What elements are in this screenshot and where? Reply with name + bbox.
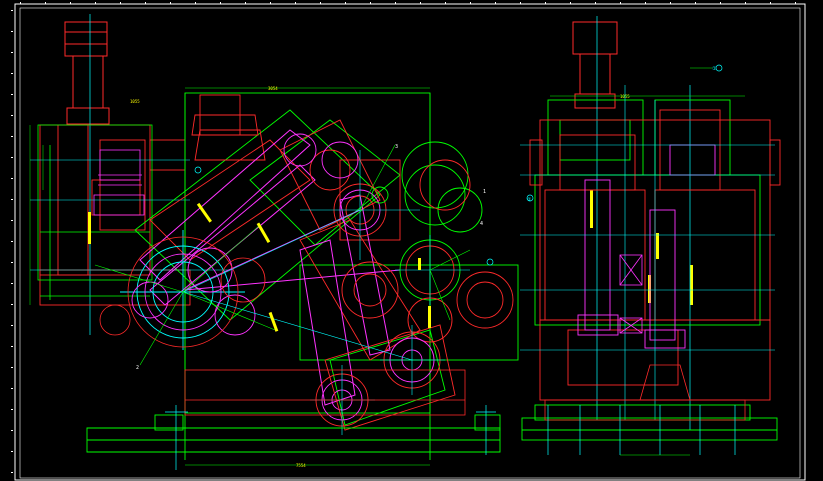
front-housing-outline: [534, 99, 761, 326]
front-foundation: [521, 404, 778, 441]
side-view-base-frame: [184, 369, 466, 416]
left-gearbox-outline: [37, 124, 153, 300]
dim-label-bottom: 7554: [296, 463, 306, 468]
dim-label-top: 3054: [268, 86, 278, 91]
front-base-frame: [544, 364, 746, 421]
balloon-number-3: 3: [395, 144, 398, 150]
part-tag-2: ②: [527, 197, 532, 203]
part-tag-1: ①: [712, 66, 717, 72]
yellow-part-annotations: [88, 190, 693, 332]
linkage-arms: [139, 129, 401, 406]
drive-motor-column: [64, 21, 110, 125]
front-motor-column: [572, 21, 618, 109]
drawing-frame: [11, 2, 806, 481]
balloon-number-4: 4: [480, 221, 483, 227]
lower-roll-housing: [315, 324, 456, 431]
red-right-rolls: [341, 159, 514, 343]
balloon-number-1: 1: [483, 189, 486, 195]
front-horizontal-centerlines: [520, 85, 775, 420]
balloon-number-2: 2: [136, 365, 139, 371]
side-elevation-view: [29, 14, 519, 470]
dim-label-left-top: 1055: [130, 99, 140, 104]
cad-drawing-canvas: 3054 7554 1055 1055 1 2 3 4 ① ②: [11, 2, 806, 481]
front-cross-braces: [619, 254, 643, 334]
front-dimension-lines: [550, 67, 745, 456]
side-view-foundation: [86, 414, 501, 453]
roll-centerlines: [182, 150, 470, 435]
front-elevation-view: [520, 16, 781, 456]
